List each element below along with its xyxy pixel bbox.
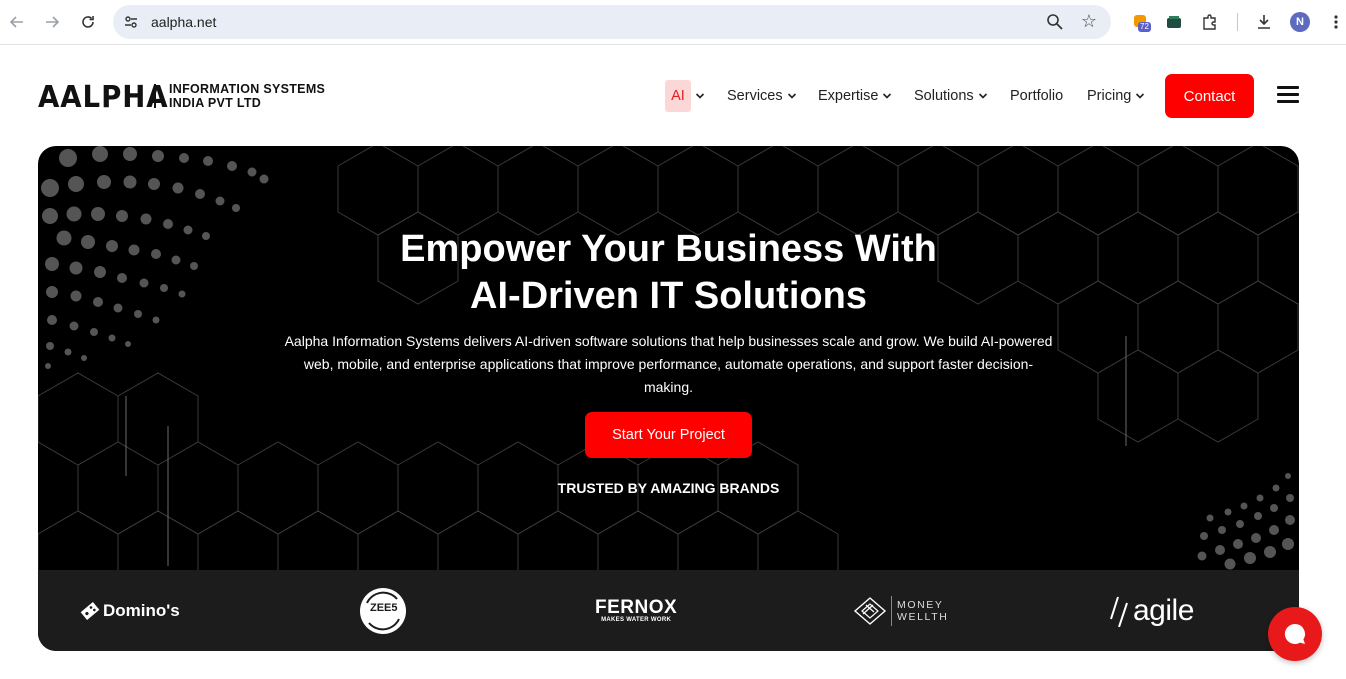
logo-subtitle[interactable]: INFORMATION SYSTEMS INDIA PVT LTD [169, 82, 325, 110]
chevron-down-icon [978, 93, 987, 99]
nav-portfolio-label: Portfolio [1010, 88, 1064, 104]
nav-expertise[interactable]: Expertise [818, 80, 892, 112]
browser-menu-button[interactable] [1325, 11, 1346, 33]
profile-avatar[interactable]: N [1290, 12, 1310, 32]
money-wellth-divider [891, 595, 892, 626]
logo-subtitle-line1: INFORMATION SYSTEMS [169, 82, 326, 96]
hero-heading-line2: AI-Driven IT Solutions [470, 275, 867, 317]
back-button[interactable] [5, 10, 29, 34]
logo-divider [154, 84, 156, 108]
wallet-icon [1167, 16, 1181, 28]
bookmark-star-icon[interactable]: ☆ [1081, 11, 1097, 32]
site-settings-icon[interactable] [123, 14, 139, 30]
kebab-menu-icon [1334, 15, 1338, 29]
back-arrow-icon [9, 16, 23, 28]
trusted-brands-label: TRUSTED BY AMAZING BRANDS [557, 480, 780, 496]
hero-description: Aalpha Information Systems delivers AI-d… [284, 333, 1053, 395]
nav-services-label: Services [727, 88, 783, 104]
nav-expertise-label: Expertise [818, 88, 879, 104]
wallet-extension-button[interactable] [1163, 11, 1185, 33]
dominos-tile-icon [80, 601, 100, 620]
chevron-down-icon [883, 93, 892, 99]
brand-money-wellth: MONEY WELLTH [853, 570, 948, 651]
nav-pricing-label: Pricing [1087, 88, 1132, 104]
extensions-menu-button[interactable] [1199, 11, 1221, 33]
contact-button[interactable]: Contact [1165, 74, 1254, 118]
brand-agile-label: agile [1133, 593, 1194, 627]
nav-ai[interactable]: AI [665, 80, 691, 112]
forward-arrow-icon [46, 16, 60, 28]
reload-icon [82, 16, 94, 28]
toolbar-divider [1237, 13, 1238, 31]
reload-button[interactable] [76, 10, 100, 34]
brand-money-wellth-text: MONEY WELLTH [897, 599, 948, 623]
brand-money-line2: WELLTH [897, 610, 949, 623]
brand-logo-strip: Domino's ZEE5 FERNOX MAKES WATER WORK MO… [38, 570, 1299, 651]
brand-agile: agile [1109, 570, 1194, 651]
extension-button[interactable]: 72 [1130, 11, 1152, 33]
chevron-down-icon[interactable] [695, 91, 705, 101]
chevron-down-icon [1136, 93, 1145, 99]
address-bar[interactable]: aalpha.net ☆ [113, 5, 1111, 39]
nav-services[interactable]: Services [727, 80, 797, 112]
brand-dominos: Domino's [80, 570, 180, 651]
brand-zee5-label: ZEE5 [370, 602, 398, 614]
hero-section: Empower Your Business With AI-Driven IT … [38, 146, 1299, 651]
brand-dominos-label: Domino's [103, 600, 180, 620]
brand-fernox-tagline: MAKES WATER WORK [601, 616, 672, 623]
download-icon [1258, 15, 1270, 29]
chat-bubble-icon [1284, 623, 1305, 644]
start-project-button[interactable]: Start Your Project [585, 412, 752, 458]
puzzle-icon [1203, 14, 1216, 30]
forward-button[interactable] [40, 10, 64, 34]
brand-fernox-label: FERNOX [595, 596, 678, 618]
logo-wordmark[interactable]: AALPHA [38, 80, 169, 115]
nav-solutions[interactable]: Solutions [914, 80, 988, 112]
brand-zee5: ZEE5 [359, 570, 407, 651]
nav-portfolio[interactable]: Portfolio [1010, 80, 1063, 112]
url-text[interactable]: aalpha.net [151, 14, 216, 30]
money-wellth-emblem-icon [853, 596, 887, 625]
nav-pricing[interactable]: Pricing [1087, 80, 1145, 112]
hero-heading-line1: Empower Your Business With [400, 228, 937, 270]
chevron-down-icon [787, 93, 796, 99]
nav-solutions-label: Solutions [914, 88, 974, 104]
downloads-button[interactable] [1253, 11, 1275, 33]
brand-money-line1: MONEY [897, 598, 944, 611]
zoom-icon[interactable] [1045, 12, 1065, 32]
agile-slashes-icon [1110, 596, 1128, 627]
extension-badge: 72 [1138, 22, 1151, 32]
logo-subtitle-line2: INDIA PVT LTD [169, 96, 262, 110]
hero-heading: Empower Your Business With AI-Driven IT … [38, 226, 1299, 320]
chat-widget-button[interactable] [1268, 607, 1322, 661]
hamburger-menu-icon[interactable] [1277, 86, 1299, 104]
brand-fernox: FERNOX MAKES WATER WORK [595, 570, 677, 651]
browser-toolbar: aalpha.net ☆ 72 N [0, 0, 1346, 45]
